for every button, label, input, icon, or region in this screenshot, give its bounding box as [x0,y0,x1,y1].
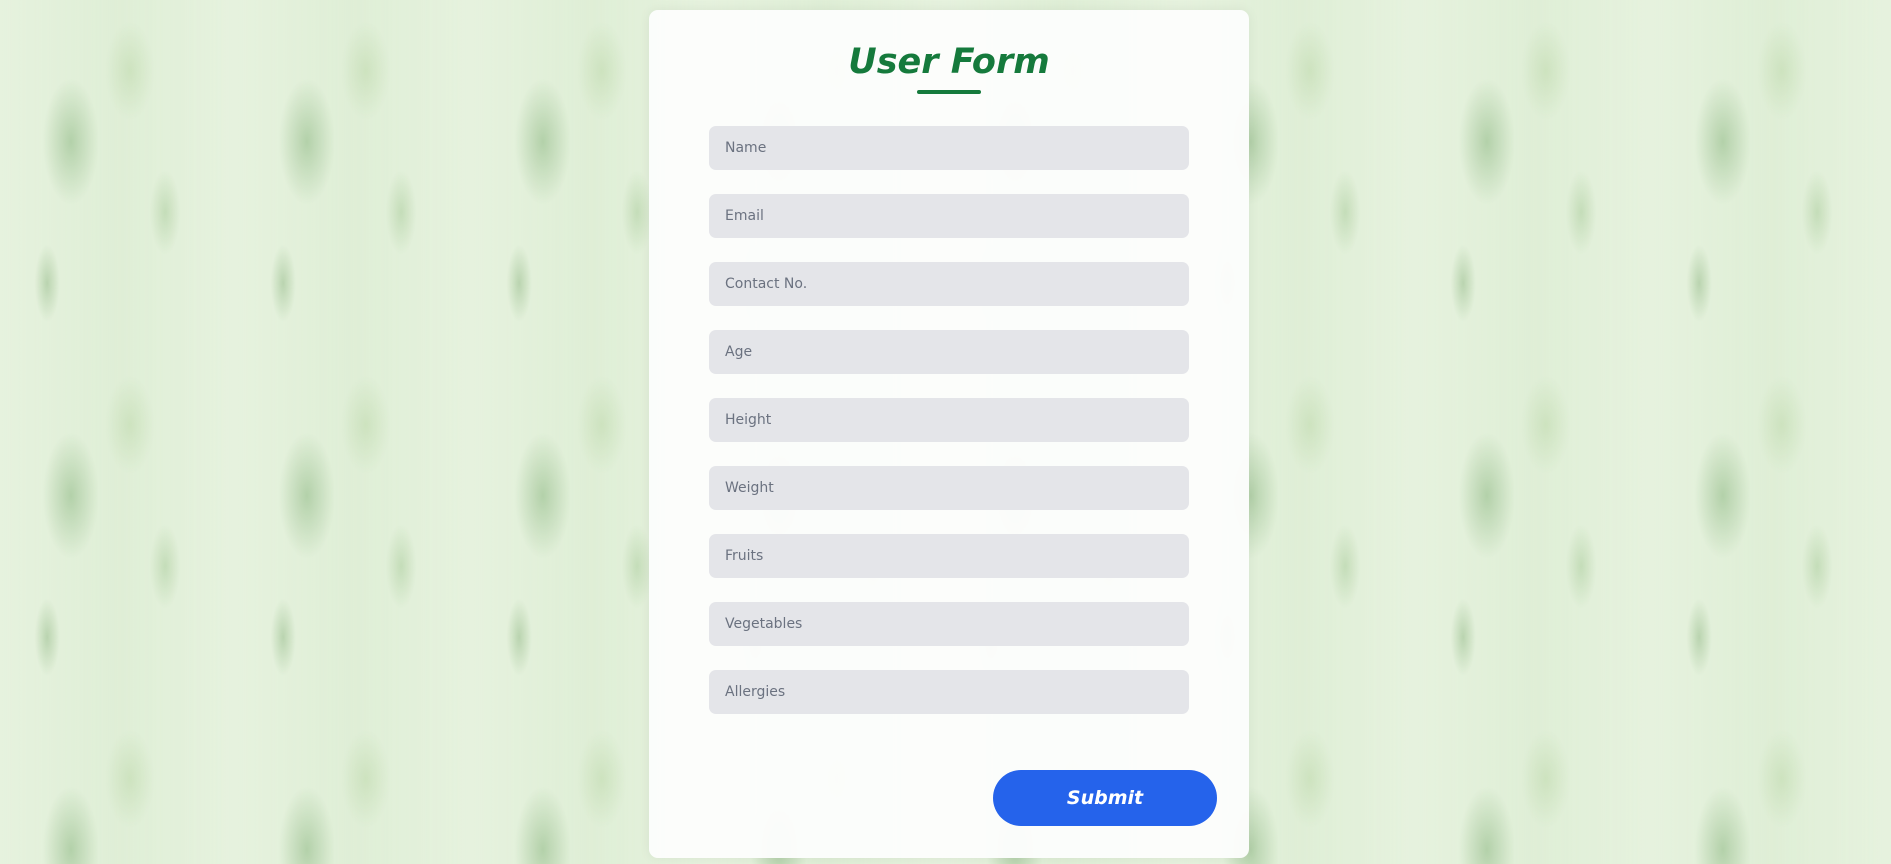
vegetables-input[interactable] [709,602,1189,646]
title-underline [917,90,981,94]
fruits-input[interactable] [709,534,1189,578]
form-title: User Form [848,42,1050,82]
height-input[interactable] [709,398,1189,442]
email-input[interactable] [709,194,1189,238]
weight-input[interactable] [709,466,1189,510]
allergies-input[interactable] [709,670,1189,714]
user-form-card: User Form Submit [649,10,1249,858]
age-input[interactable] [709,330,1189,374]
contact-number-input[interactable] [709,262,1189,306]
name-input[interactable] [709,126,1189,170]
submit-button[interactable]: Submit [993,770,1217,826]
